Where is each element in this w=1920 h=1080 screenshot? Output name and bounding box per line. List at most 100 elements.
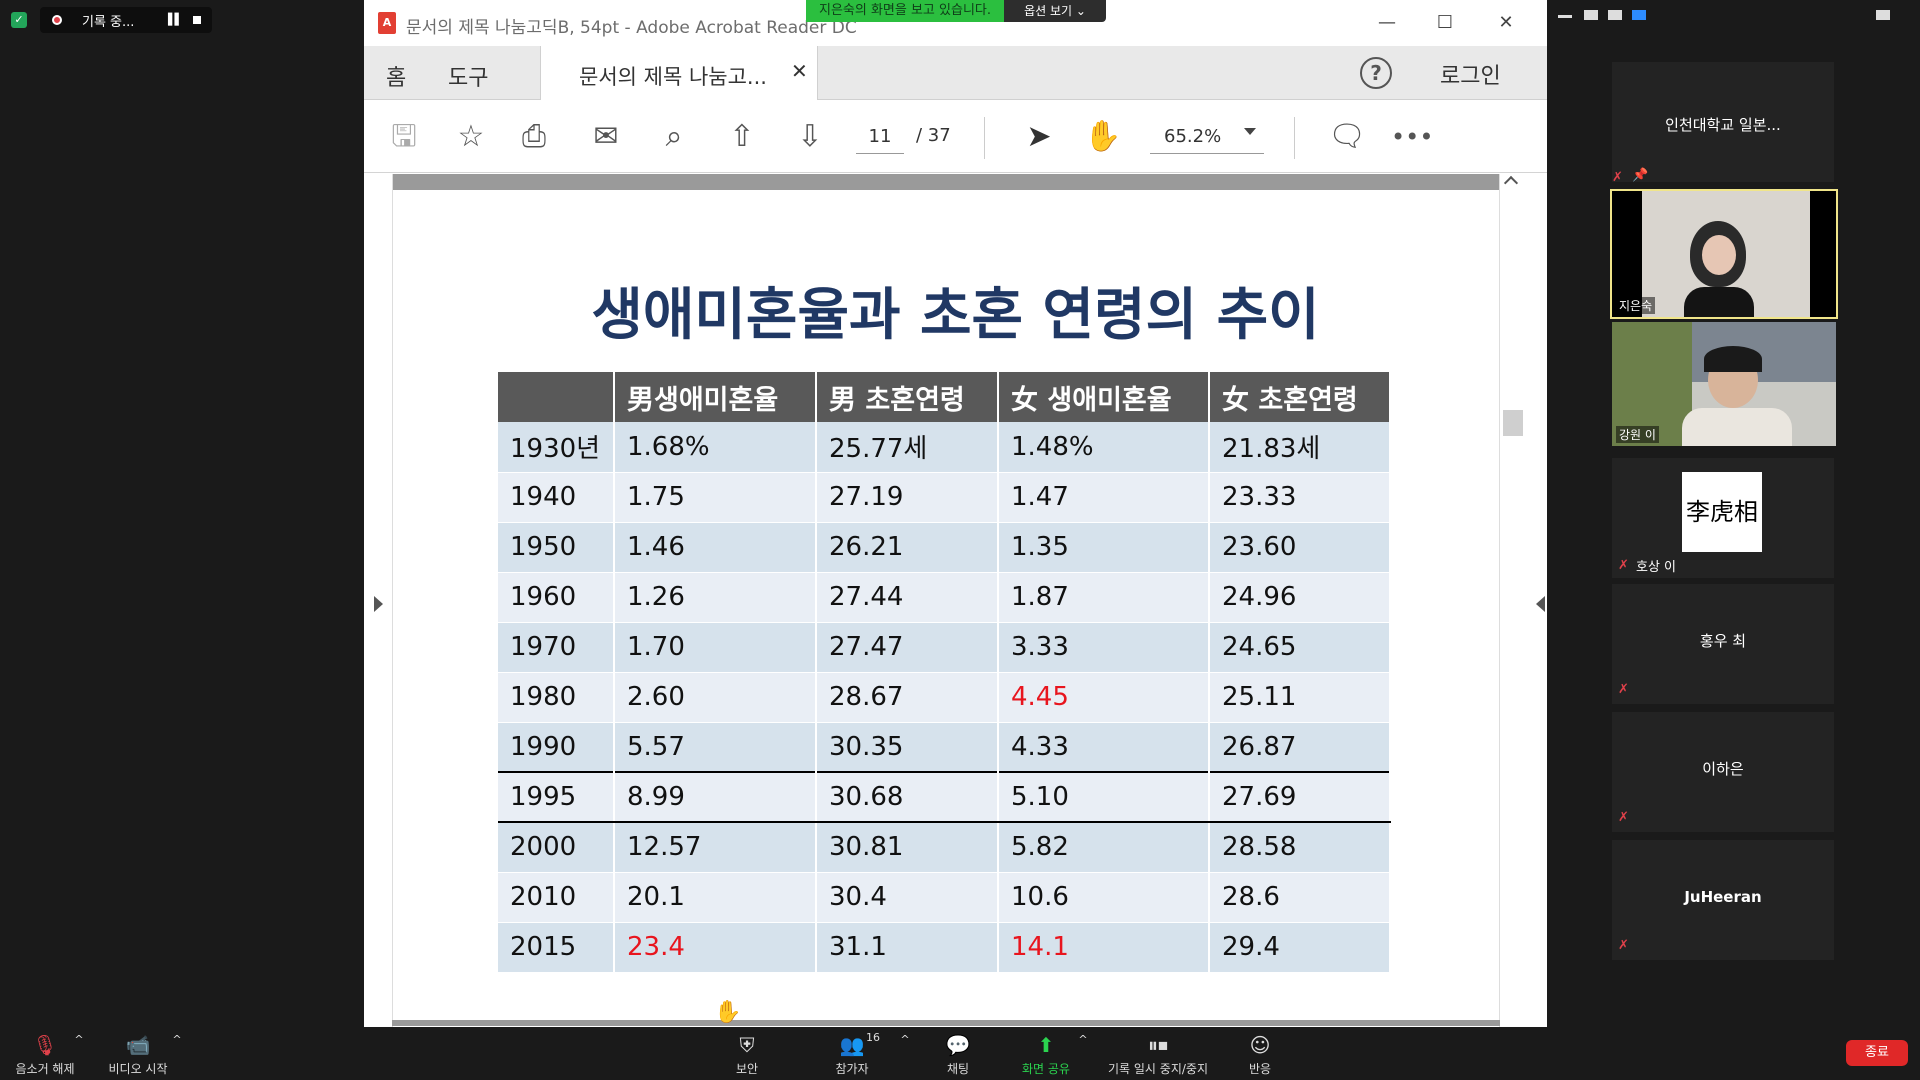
table-cell: 26.21 bbox=[816, 522, 999, 573]
participant-tile[interactable]: 인천대학교 일본... bbox=[1612, 62, 1834, 182]
record-label: 기록 일시 중지/중지 bbox=[1108, 1062, 1208, 1076]
participant-tile[interactable]: JuHeeran ✗ bbox=[1612, 840, 1834, 960]
person-face bbox=[1702, 235, 1736, 275]
table-cell: 30.68 bbox=[816, 771, 999, 823]
help-icon[interactable]: ? bbox=[1360, 57, 1392, 89]
table-cell: 29.4 bbox=[1209, 922, 1391, 973]
pdf-app-icon: A bbox=[378, 12, 396, 34]
scroll-up-icon[interactable] bbox=[1503, 175, 1519, 191]
table-row: 1940 1.75 27.19 1.47 23.33 bbox=[498, 472, 1391, 523]
participant-name: 호상 이 bbox=[1636, 560, 1677, 575]
table-cell: 4.45 bbox=[998, 672, 1210, 723]
participant-tile[interactable]: 李虎相 ✗ 호상 이 bbox=[1612, 458, 1834, 578]
tab-home[interactable]: 홈 bbox=[386, 60, 406, 92]
reactions-button[interactable]: ☺ 반응 bbox=[1238, 1033, 1282, 1077]
table-cell: 28.6 bbox=[1209, 872, 1391, 923]
table-cell: 1970 bbox=[498, 622, 615, 673]
table-cell: 5.57 bbox=[614, 722, 817, 773]
view-grid-icon[interactable] bbox=[1632, 10, 1646, 20]
screen-share-banner: 지은숙의 화면을 보고 있습니다. bbox=[806, 0, 1004, 22]
share-caret-icon[interactable]: ^ bbox=[1076, 1033, 1090, 1046]
view-list-icon[interactable] bbox=[1608, 10, 1622, 20]
table-cell: 1.46 bbox=[614, 522, 817, 573]
acrobat-window: A 문서의 제목 나눔고딕B, 54pt - Adobe Acrobat Rea… bbox=[364, 0, 1547, 1027]
reactions-label: 반응 bbox=[1248, 1062, 1272, 1076]
zoom-search-icon[interactable]: ⌕ bbox=[654, 117, 694, 157]
table-row: 2010 20.1 30.4 10.6 28.6 bbox=[498, 872, 1391, 923]
pause-stop-icon: ⏸⏹ bbox=[1148, 1033, 1168, 1057]
recording-area: ✓ 기록 중... ▌▌ bbox=[0, 0, 220, 40]
table-cell: 28.67 bbox=[816, 672, 999, 723]
security-button[interactable]: ⛨ 보안 bbox=[722, 1033, 772, 1077]
select-cursor-icon[interactable]: ➤ bbox=[1019, 117, 1059, 157]
person-hair bbox=[1704, 346, 1762, 372]
print-icon[interactable]: ⎙ bbox=[514, 117, 554, 157]
left-panel-toggle-icon[interactable] bbox=[374, 596, 383, 612]
table-header bbox=[498, 372, 615, 422]
minimize-icon[interactable]: — bbox=[1372, 10, 1402, 36]
participant-name: 이하은 bbox=[1702, 760, 1744, 778]
reaction-smile-icon: ☺ bbox=[1249, 1033, 1271, 1057]
previous-page-icon[interactable]: ⇧ bbox=[722, 117, 762, 157]
record-pause-stop-button[interactable]: ⏸⏹ 기록 일시 중지/중지 bbox=[1100, 1033, 1216, 1077]
zoom-level-input[interactable]: 65.2% bbox=[1150, 120, 1264, 154]
save-icon[interactable]: 🖫 bbox=[384, 117, 424, 157]
view-mode-icon[interactable] bbox=[1876, 10, 1890, 20]
bookmark-star-icon[interactable]: ☆ bbox=[451, 117, 491, 157]
start-video-button[interactable]: 📹 비디오 시작 bbox=[102, 1033, 174, 1077]
table-row: 2015 23.4 31.1 14.1 29.4 bbox=[498, 922, 1391, 973]
close-window-icon[interactable]: ✕ bbox=[1491, 10, 1521, 36]
tab-document[interactable]: 문서의 제목 나눔고... ✕ bbox=[540, 46, 818, 100]
table-cell: 30.4 bbox=[816, 872, 999, 923]
view-strip-icon[interactable] bbox=[1584, 10, 1598, 20]
hand-cursor-icon: ✋ bbox=[714, 1000, 742, 1025]
pause-recording-icon[interactable]: ▌▌ bbox=[168, 13, 183, 26]
stop-recording-icon[interactable] bbox=[193, 16, 201, 24]
login-link[interactable]: 로그인 bbox=[1440, 58, 1501, 90]
marriage-table: 男생애미혼율 男 초혼연령 女 생애미혼율 女 초혼연령 1930년 1.68% 2… bbox=[498, 372, 1391, 973]
page-top-strip bbox=[392, 174, 1500, 190]
table-cell: 5.10 bbox=[998, 771, 1210, 823]
email-icon[interactable]: ✉ bbox=[586, 117, 626, 157]
view-options-button[interactable]: 옵션 보기 ⌄ bbox=[1004, 0, 1106, 22]
table-row: 1980 2.60 28.67 4.45 25.11 bbox=[498, 672, 1391, 723]
next-page-icon[interactable]: ⇩ bbox=[790, 117, 830, 157]
chat-icon: 💬 bbox=[945, 1033, 971, 1057]
participant-tile[interactable]: 이하은 ✗ bbox=[1612, 712, 1834, 832]
tab-bar: 홈 도구 문서의 제목 나눔고... ✕ ? 로그인 bbox=[364, 46, 1547, 100]
table-cell: 8.99 bbox=[614, 771, 817, 823]
window-title: 문서의 제목 나눔고딕B, 54pt - Adobe Acrobat Reade… bbox=[406, 18, 857, 38]
participant-name: 홍우 최 bbox=[1699, 632, 1747, 650]
share-label: 화면 공유 bbox=[1022, 1062, 1070, 1076]
video-tile-active[interactable]: 지은숙 bbox=[1610, 189, 1838, 319]
end-meeting-button[interactable]: 종료 bbox=[1846, 1040, 1908, 1066]
video-options-caret-icon[interactable]: ^ bbox=[170, 1033, 184, 1046]
comment-icon[interactable]: 🗨 bbox=[1327, 117, 1367, 157]
right-panel-toggle-icon[interactable] bbox=[1536, 596, 1545, 612]
mic-muted-icon: ✗ bbox=[1618, 810, 1629, 825]
participants-caret-icon[interactable]: ^ bbox=[898, 1033, 912, 1046]
record-dot-icon bbox=[52, 15, 62, 25]
hand-tool-icon[interactable]: ✋ bbox=[1083, 117, 1123, 157]
close-tab-icon[interactable]: ✕ bbox=[791, 59, 808, 83]
table-cell: 10.6 bbox=[998, 872, 1210, 923]
audio-options-caret-icon[interactable]: ^ bbox=[72, 1033, 86, 1046]
recording-indicator: 기록 중... ▌▌ bbox=[40, 7, 212, 33]
page-number-input[interactable]: 11 bbox=[856, 120, 904, 154]
video-tile[interactable]: 강원 이 bbox=[1612, 322, 1836, 446]
video-off-icon: 📹 bbox=[125, 1033, 151, 1057]
maximize-icon[interactable]: ☐ bbox=[1430, 10, 1460, 36]
mic-muted-icon: 🎙 bbox=[32, 1033, 58, 1057]
more-options-icon[interactable]: ••• bbox=[1391, 117, 1433, 157]
table-cell: 14.1 bbox=[998, 922, 1210, 973]
participant-tile[interactable]: 홍우 최 ✗ bbox=[1612, 584, 1834, 704]
unmute-button[interactable]: 🎙 음소거 해제 bbox=[10, 1033, 80, 1077]
pin-icon: 📌 bbox=[1632, 168, 1649, 183]
chat-button[interactable]: 💬 채팅 bbox=[938, 1033, 978, 1077]
tab-tools[interactable]: 도구 bbox=[448, 60, 488, 92]
table-cell: 20.1 bbox=[614, 872, 817, 923]
share-screen-button[interactable]: ⬆ 화면 공유 bbox=[1016, 1033, 1076, 1077]
zoom-dropdown-icon[interactable] bbox=[1244, 128, 1256, 135]
scroll-thumb[interactable] bbox=[1503, 410, 1523, 436]
minimize-panel-icon[interactable] bbox=[1558, 15, 1572, 18]
